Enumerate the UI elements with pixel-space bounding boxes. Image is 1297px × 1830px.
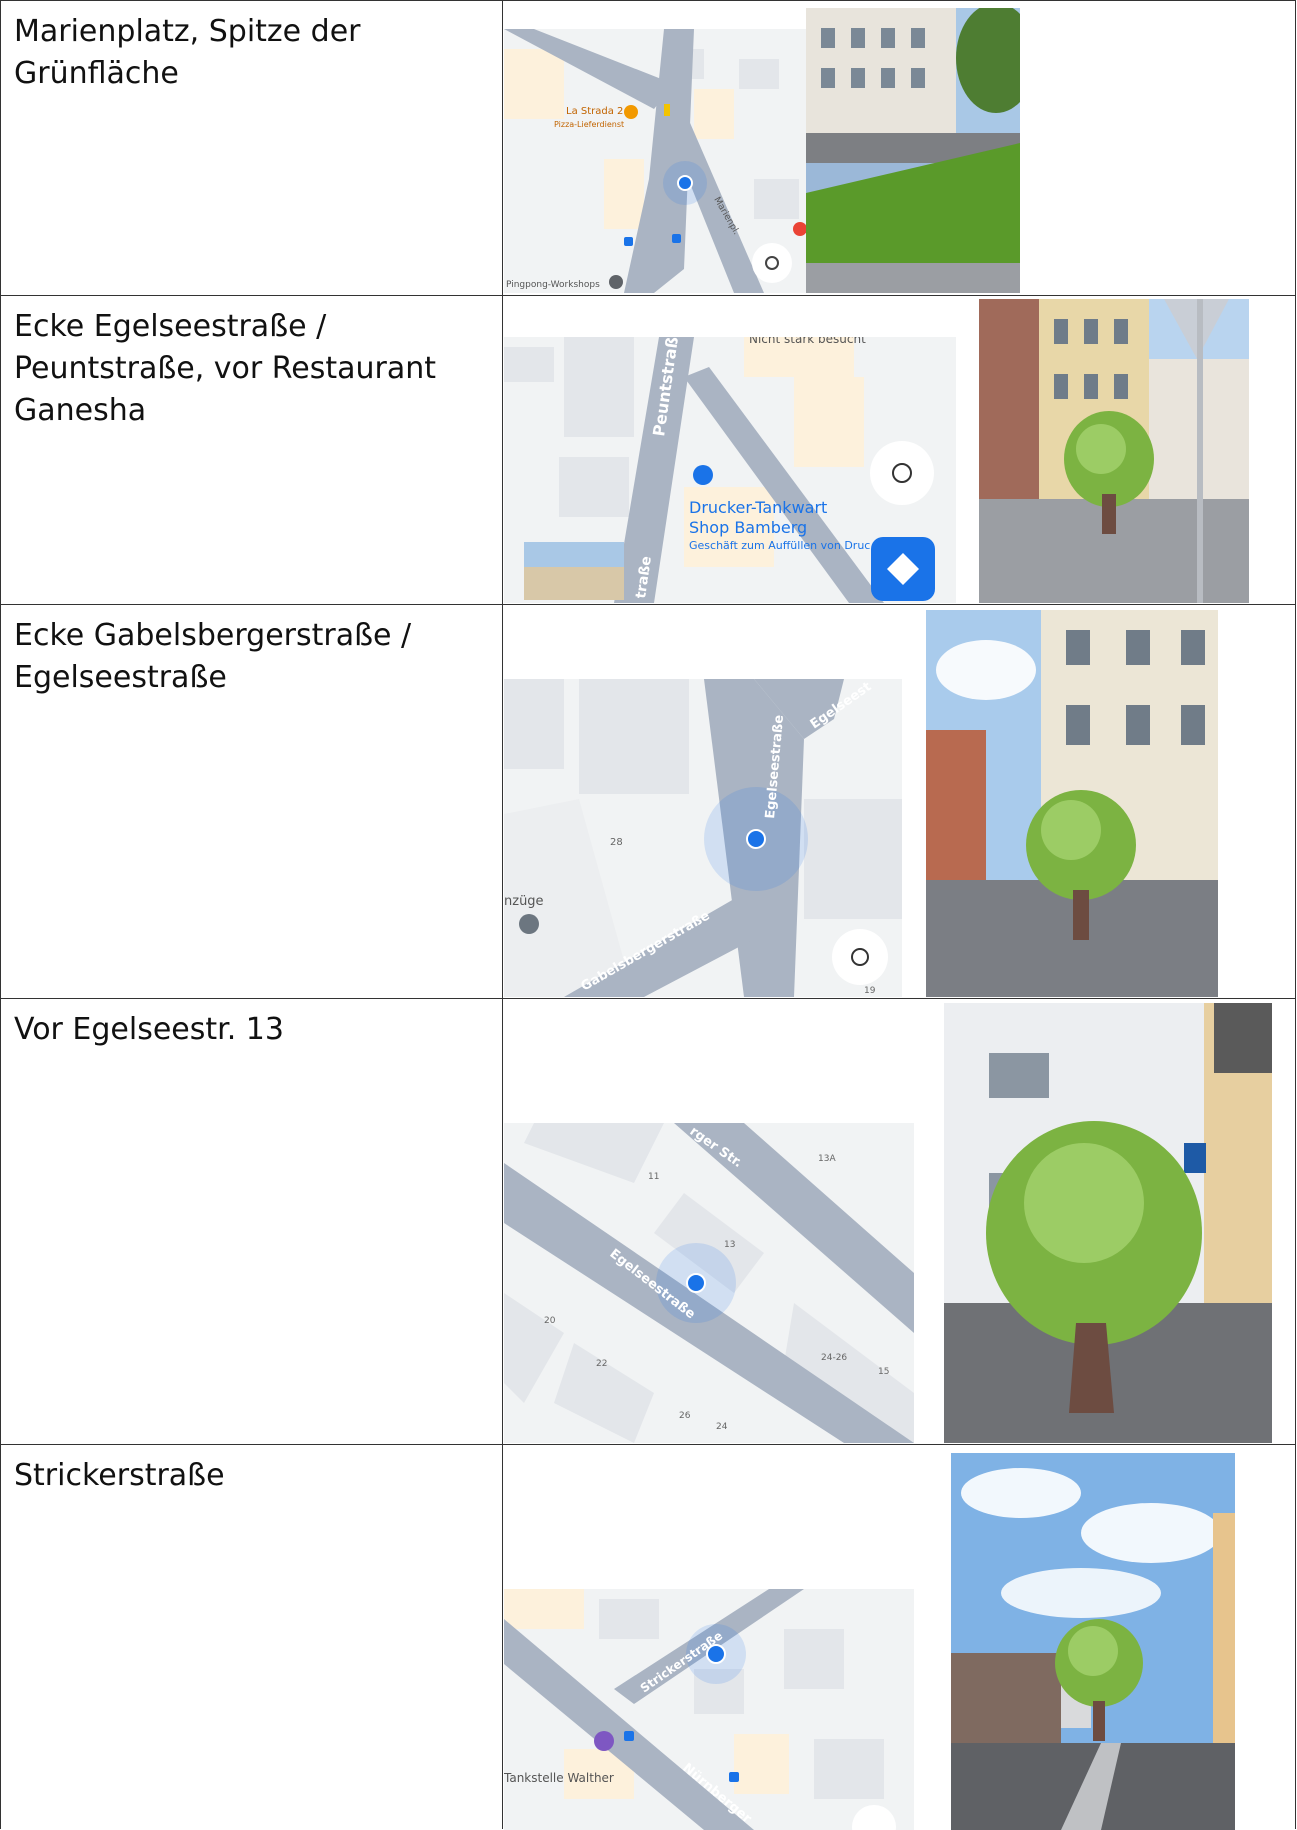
map-label: Shop Bamberg	[689, 518, 807, 537]
location-label: Vor Egelseestr. 13	[14, 1012, 284, 1047]
street-photo	[951, 1453, 1235, 1830]
street-photo	[979, 299, 1249, 603]
map-screenshot: Strickerstraße Tankstelle Walther Nürnbe…	[504, 1589, 914, 1830]
location-label: Ecke Egelseestraße / Peuntstraße, vor Re…	[14, 309, 437, 428]
map-label: 24	[716, 1422, 728, 1432]
map-label: Tankstelle Walther	[504, 1771, 614, 1785]
map-label: 11	[648, 1172, 659, 1182]
street-photo	[806, 8, 1020, 293]
map-label: La Strada 2	[566, 106, 623, 117]
street-photo	[926, 610, 1218, 997]
map-label: 19	[864, 986, 876, 996]
map-screenshot: Nicht stark besucht Peuntstraße Drucker-…	[504, 337, 956, 603]
street-photo	[944, 1003, 1272, 1443]
map-label: 13A	[818, 1154, 836, 1164]
table-row: Ecke Egelseestraße / Peuntstraße, vor Re…	[0, 295, 1296, 605]
map-label: 13	[724, 1240, 735, 1250]
location-label: Ecke Gabelsbergerstraße / Egelseestraße	[14, 618, 412, 695]
parking-sign-icon	[1184, 1143, 1206, 1173]
map-label: 24-26	[821, 1353, 847, 1363]
table-row: Vor Egelseestr. 13 rger Str. 13A 11 13 E…	[0, 998, 1296, 1445]
map-label: 26	[679, 1411, 691, 1421]
map-label: nzüge	[504, 894, 544, 909]
map-label: Pizza-Lieferdienst	[554, 120, 624, 129]
table-column-divider	[502, 0, 503, 1829]
map-label: 22	[596, 1359, 607, 1369]
gas-station-pin-icon	[594, 1731, 614, 1751]
map-label: Geschäft zum Auffüllen von Druc	[689, 539, 870, 552]
map-label: Nicht stark besucht	[749, 337, 866, 346]
table-border-left	[0, 0, 1, 1829]
table-row: Ecke Gabelsbergerstraße / Egelseestraße …	[0, 604, 1296, 999]
map-label: Drucker-Tankwart	[689, 498, 827, 517]
map-screenshot: Egelseestraße Egelseest Gabelsbergerstra…	[504, 679, 902, 997]
map-label: 20	[544, 1316, 556, 1326]
map-label: 15	[878, 1367, 889, 1377]
table-row: Marienplatz, Spitze der Grünfläche La St…	[0, 0, 1296, 296]
location-label: Marienplatz, Spitze der Grünfläche	[14, 14, 361, 91]
map-screenshot: rger Str. 13A 11 13 Egelseestraße 20 22 …	[504, 1123, 914, 1443]
table-border-right	[1295, 0, 1296, 1829]
map-label: Pingpong-Workshops	[506, 280, 600, 290]
map-label: 28	[610, 837, 623, 848]
table-row: Strickerstraße Strickerstraße Tankstelle…	[0, 1444, 1296, 1830]
location-label: Strickerstraße	[14, 1458, 225, 1493]
map-screenshot: La Strada 2 Pizza-Lieferdienst Marienpl.…	[504, 29, 806, 293]
